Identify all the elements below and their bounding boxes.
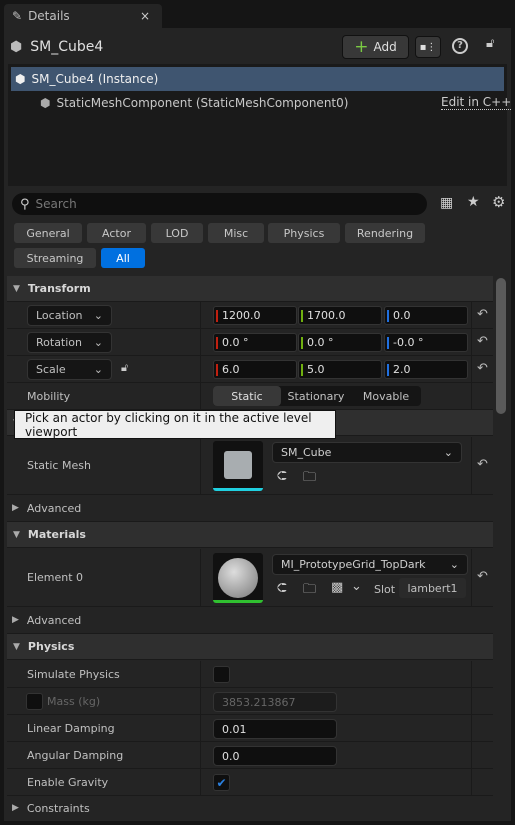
lock-icon[interactable]: 🔓︎ — [121, 361, 128, 375]
linear-damping-row: Linear Damping 0.01 — [7, 715, 493, 742]
filter-lod[interactable]: LOD — [151, 223, 203, 243]
material-asset-picker[interactable]: MI_PrototypeGrid_TopDark ⌄ — [272, 554, 468, 575]
chevron-down-icon[interactable]: ⌄ — [351, 579, 362, 594]
simulate-physics-checkbox[interactable] — [213, 666, 230, 683]
scale-y[interactable]: 5.0 — [298, 360, 382, 379]
plus-icon: + — [354, 37, 369, 57]
section-transform[interactable]: ▼ Transform — [7, 276, 493, 302]
location-row: Location ⌄ 1200.0 1700.0 0.0 ↶ — [7, 302, 493, 329]
section-physics[interactable]: ▼ Physics — [7, 634, 493, 660]
rotation-z[interactable]: -0.0 ° — [384, 333, 468, 352]
constraints-row[interactable]: ▶ Constraints — [7, 796, 493, 820]
location-dropdown[interactable]: Location ⌄ — [27, 305, 112, 326]
rotation-row: Rotation ⌄ 0.0 ° 0.0 ° -0.0 ° ↶ — [7, 329, 493, 356]
static-mesh-advanced[interactable]: ▶ Advanced — [7, 495, 493, 522]
mobility-segmented: Static Stationary Movable — [213, 386, 421, 406]
table-view-icon[interactable]: ▦ — [440, 195, 453, 211]
mass-row: Mass (kg) 3853.213867 — [7, 688, 493, 715]
filter-actor[interactable]: Actor — [87, 223, 146, 243]
enable-gravity-checkbox[interactable]: ✔ — [213, 774, 230, 791]
location-x[interactable]: 1200.0 — [213, 306, 297, 325]
help-icon[interactable]: ? — [452, 38, 468, 54]
chevron-down-icon: ⌄ — [449, 558, 459, 571]
rotation-y[interactable]: 0.0 ° — [298, 333, 382, 352]
lock-icon[interactable]: 🔓︎ — [486, 36, 494, 51]
mesh-thumbnail[interactable] — [213, 441, 263, 491]
star-icon[interactable]: ★ — [467, 194, 480, 210]
use-selected-icon[interactable]: ⮈ — [277, 581, 287, 596]
mesh-asset-picker[interactable]: SM_Cube ⌄ — [272, 442, 462, 463]
blueprint-hierarchy-button[interactable]: ▪⋮ — [415, 36, 441, 58]
browse-asset-icon[interactable]: 🗀︎ — [303, 580, 316, 602]
mobility-stationary[interactable]: Stationary — [281, 386, 351, 406]
search-input[interactable]: ⚲ Search — [12, 193, 427, 215]
linear-damping-field[interactable]: 0.01 — [213, 719, 337, 739]
close-tab-button[interactable]: × — [140, 9, 150, 23]
filter-streaming[interactable]: Streaming — [14, 248, 96, 268]
filter-rendering[interactable]: Rendering — [345, 223, 425, 243]
location-y[interactable]: 1700.0 — [298, 306, 382, 325]
slot-name-field: lambert1 — [399, 578, 466, 598]
gear-icon[interactable]: ⚙ — [492, 193, 505, 211]
filter-physics[interactable]: Physics — [268, 223, 340, 243]
mobility-movable[interactable]: Movable — [351, 386, 421, 406]
reset-icon[interactable]: ↶ — [477, 569, 488, 584]
scale-x[interactable]: 6.0 — [213, 360, 297, 379]
actor-name: SM_Cube4 — [30, 39, 104, 55]
tree-item-instance[interactable]: ⬢ SM_Cube4 (Instance) — [11, 67, 504, 91]
add-component-button[interactable]: + Add — [342, 35, 409, 59]
reset-icon[interactable]: ↶ — [477, 307, 488, 322]
reset-icon[interactable]: ↶ — [477, 361, 488, 376]
scale-dropdown[interactable]: Scale ⌄ — [27, 359, 112, 380]
mass-field: 3853.213867 — [213, 692, 337, 712]
static-mesh-row: Static Mesh SM_Cube ⌄ ⮈ 🗀︎ ↶ — [7, 437, 493, 495]
simulate-physics-row: Simulate Physics — [7, 661, 493, 688]
rotation-x[interactable]: 0.0 ° — [213, 333, 297, 352]
checker-icon[interactable]: ▩ — [331, 580, 343, 595]
scrollbar[interactable] — [496, 278, 506, 414]
angular-damping-field[interactable]: 0.0 — [213, 746, 337, 766]
filter-all[interactable]: All — [101, 248, 145, 268]
filter-misc[interactable]: Misc — [208, 223, 264, 243]
angular-damping-row: Angular Damping 0.0 — [7, 742, 493, 769]
material-thumbnail[interactable] — [213, 553, 263, 603]
chevron-down-icon: ⌄ — [443, 446, 453, 459]
location-z[interactable]: 0.0 — [384, 306, 468, 325]
rotation-dropdown[interactable]: Rotation ⌄ — [27, 332, 112, 353]
edit-in-cpp-link[interactable]: Edit in C++ — [441, 95, 512, 110]
scale-row: Scale ⌄ 🔓︎ 6.0 5.0 2.0 ↶ — [7, 356, 493, 383]
mobility-static[interactable]: Static — [213, 386, 281, 406]
reset-icon[interactable]: ↶ — [477, 334, 488, 349]
use-selected-icon[interactable]: ⮈ — [277, 469, 287, 484]
check-icon: ✔ — [216, 775, 227, 790]
chevron-down-icon: ⌄ — [93, 363, 103, 376]
static-mesh-actor-icon: ⬢ — [10, 39, 23, 55]
section-materials[interactable]: ▼ Materials — [7, 522, 493, 548]
browse-asset-icon[interactable]: 🗀︎ — [303, 468, 316, 490]
collapse-icon: ▼ — [13, 283, 20, 294]
pencil-icon: ✎ — [12, 9, 23, 23]
filter-general[interactable]: General — [14, 223, 82, 243]
scale-z[interactable]: 2.0 — [384, 360, 468, 379]
details-tab[interactable]: ✎ Details × — [4, 4, 162, 28]
static-mesh-icon: ⬢ — [15, 72, 26, 86]
mobility-row: Mobility Static Stationary Movable — [7, 383, 493, 410]
materials-advanced[interactable]: ▶ Advanced — [7, 607, 493, 634]
chevron-down-icon: ⌄ — [93, 309, 103, 322]
tree-item-component[interactable]: ⬢ StaticMeshComponent (StaticMeshComponen… — [40, 92, 504, 114]
tooltip: Pick an actor by clicking on it in the a… — [14, 410, 336, 439]
enable-gravity-row: Enable Gravity ✔ — [7, 769, 493, 796]
chevron-down-icon: ⌄ — [93, 336, 103, 349]
material-element-row: Element 0 MI_PrototypeGrid_TopDark ⌄ ⮈ 🗀︎… — [7, 549, 493, 607]
mass-override-checkbox[interactable] — [26, 693, 43, 710]
reset-icon[interactable]: ↶ — [477, 457, 488, 472]
search-icon: ⚲ — [20, 196, 30, 212]
static-mesh-icon: ⬢ — [40, 96, 51, 110]
